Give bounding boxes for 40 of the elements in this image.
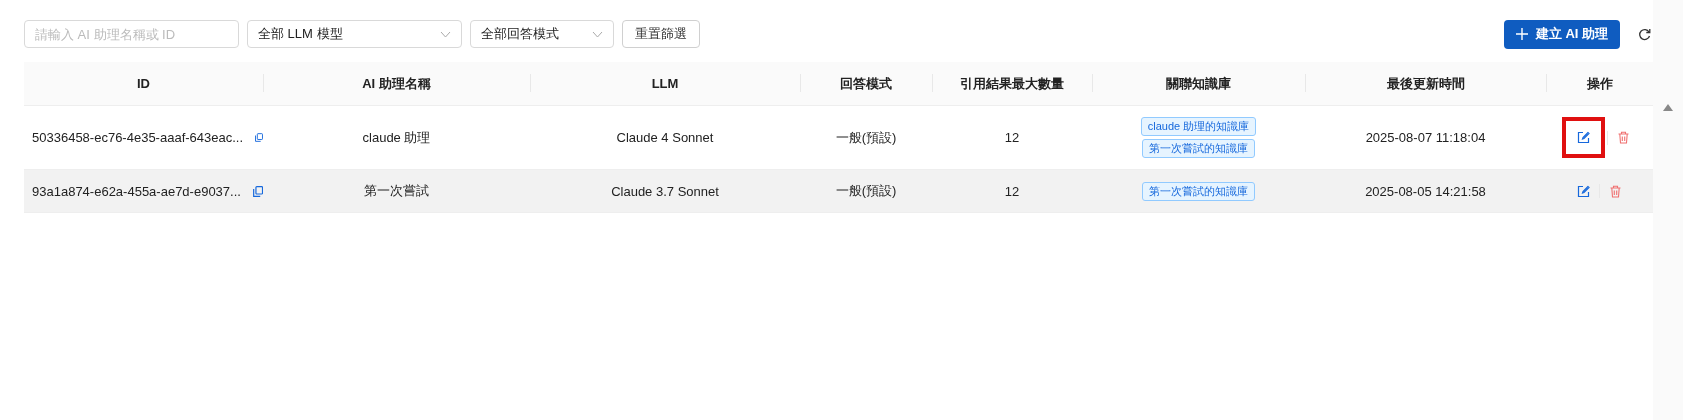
- refresh-icon[interactable]: [1638, 27, 1651, 41]
- table-cell: 第一次嘗試: [263, 169, 530, 213]
- knowledge-base-tag: 第一次嘗試的知識庫: [1142, 181, 1255, 201]
- plus-icon: [1515, 28, 1528, 40]
- trash-icon: [1609, 184, 1622, 198]
- knowledge-base-tag: 第一次嘗試的知識庫: [1142, 139, 1255, 158]
- table-cell: 一般(預設): [800, 169, 932, 213]
- chevron-down-icon: [440, 30, 451, 38]
- table-cell: Claude 4 Sonnet: [530, 105, 800, 170]
- table-cell: 50336458-ec76-4e35-aaaf-643eac...: [32, 130, 244, 145]
- column-header: 關聯知識庫: [1092, 62, 1305, 106]
- scroll-up-icon[interactable]: [1663, 104, 1673, 111]
- edit-icon: [1577, 184, 1590, 198]
- table-cell: 2025-08-07 11:18:04: [1305, 105, 1546, 170]
- copy-icon[interactable]: [255, 131, 263, 144]
- table-cell: 一般(預設): [800, 105, 932, 170]
- table-cell: Claude 3.7 Sonnet: [530, 169, 800, 213]
- create-button[interactable]: 建立 AI 助理: [1503, 19, 1620, 49]
- column-header: ID: [24, 62, 263, 106]
- dropdown[interactable]: 全部回答模式: [470, 20, 614, 48]
- table-cell: 2025-08-05 14:21:58: [1305, 169, 1546, 213]
- table-cell: claude 助理: [263, 105, 530, 170]
- reset-button[interactable]: 重置篩選: [622, 20, 700, 48]
- search-field[interactable]: 請輸入 AI 助理名稱或 ID: [24, 20, 239, 48]
- scrollbar[interactable]: [1653, 0, 1683, 420]
- edit-icon: [1577, 131, 1590, 144]
- column-header: 最後更新時間: [1305, 62, 1546, 106]
- column-header: 操作: [1546, 62, 1653, 106]
- copy-icon[interactable]: [252, 184, 263, 198]
- dropdown[interactable]: 全部 LLM 模型: [247, 20, 462, 48]
- chevron-down-icon: [592, 30, 603, 38]
- column-header: 引用結果最大數量: [932, 62, 1092, 106]
- knowledge-base-tag: claude 助理的知識庫: [1140, 117, 1257, 136]
- column-header: 回答模式: [800, 62, 932, 106]
- column-header: AI 助理名稱: [263, 62, 530, 106]
- column-header: LLM: [530, 62, 800, 106]
- table-cell: 12: [932, 105, 1092, 170]
- table-cell: 12: [932, 169, 1092, 213]
- table-cell: 93a1a874-e62a-455a-ae7d-e9037...: [32, 183, 241, 199]
- trash-icon: [1617, 131, 1630, 144]
